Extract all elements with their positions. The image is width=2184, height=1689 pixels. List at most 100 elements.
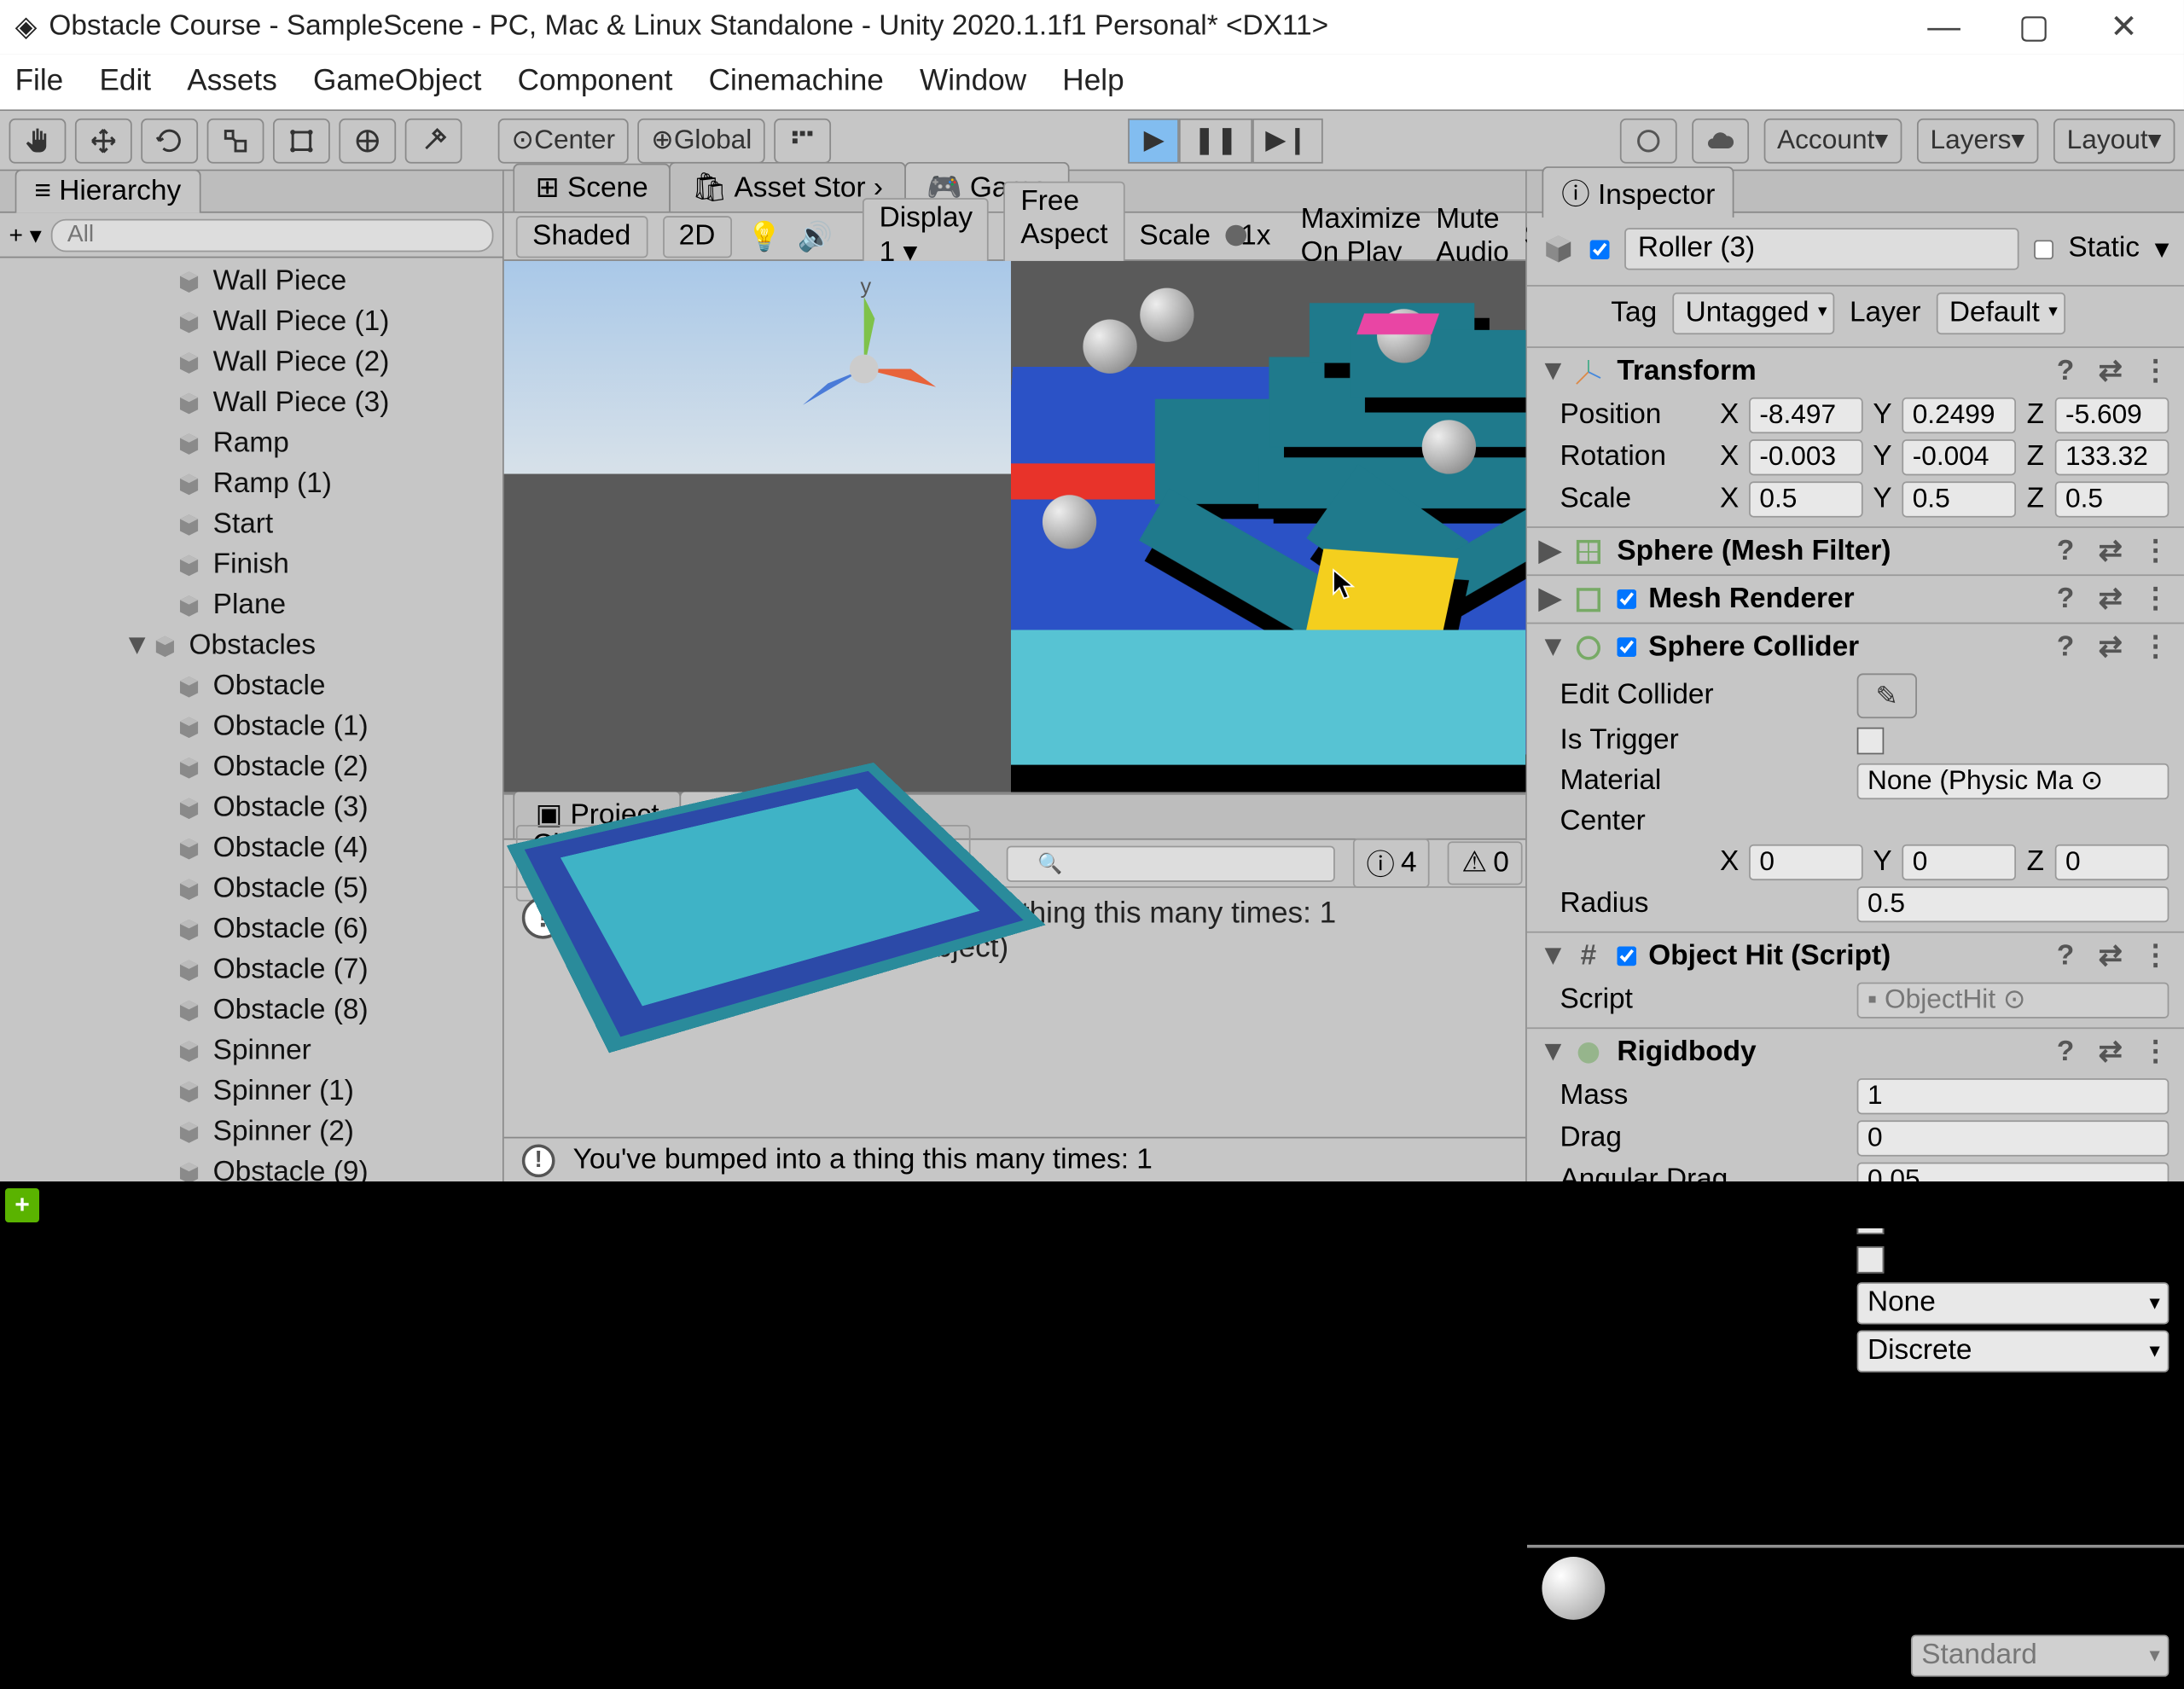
hierarchy-item[interactable]: Obstacle (7) <box>0 949 502 990</box>
nvidia-tray-icon[interactable]: + <box>5 1188 39 1222</box>
hierarchy-tab[interactable]: ≡ Hierarchy <box>15 170 200 213</box>
scale-tool-button[interactable] <box>207 118 264 163</box>
layers-dropdown[interactable]: Layers ▾ <box>1917 118 2039 163</box>
2d-toggle[interactable]: 2D <box>662 215 731 257</box>
rot-y-field[interactable]: -0.004 <box>1902 439 2016 475</box>
window-maximize-button[interactable]: ▢ <box>1989 8 2078 47</box>
hierarchy-item[interactable]: Wall Piece (3) <box>0 382 502 422</box>
menu-assets[interactable]: Assets <box>187 65 277 99</box>
transform-tool-button[interactable] <box>339 118 396 163</box>
scene-view[interactable]: y <box>504 261 1011 792</box>
game-view[interactable] <box>1011 261 1525 792</box>
hierarchy-tree[interactable]: Wall PieceWall Piece (1)Wall Piece (2)Wa… <box>0 258 502 1181</box>
hierarchy-item[interactable]: Obstacle <box>0 666 502 706</box>
hierarchy-item[interactable]: Obstacle (3) <box>0 787 502 827</box>
scale-z-field[interactable]: 0.5 <box>2055 481 2169 517</box>
collab-button[interactable] <box>1619 118 1676 163</box>
physic-material-field[interactable]: None (Physic Ma ⊙ <box>1857 763 2169 799</box>
menu-file[interactable]: File <box>15 65 64 99</box>
pos-y-field[interactable]: 0.2499 <box>1902 398 2016 433</box>
hierarchy-item[interactable]: Obstacle (2) <box>0 747 502 787</box>
handle-toggle[interactable]: ⊕ Global <box>637 118 765 163</box>
lighting-icon[interactable]: 💡 <box>746 218 782 254</box>
snap-button[interactable] <box>775 118 832 163</box>
orientation-gizmo-icon[interactable]: y <box>774 279 954 459</box>
hierarchy-item[interactable]: Obstacle (8) <box>0 990 502 1030</box>
hierarchy-item[interactable]: Ramp (1) <box>0 463 502 503</box>
hierarchy-item[interactable]: Obstacle (6) <box>0 908 502 949</box>
pos-x-field[interactable]: -8.497 <box>1749 398 1863 433</box>
hierarchy-item[interactable]: ▼Obstacles <box>0 625 502 665</box>
tag-dropdown[interactable]: Untagged <box>1672 293 1835 334</box>
console-search-input[interactable] <box>1007 845 1335 881</box>
pivot-toggle[interactable]: ⊙ Center <box>498 118 629 163</box>
shading-dropdown[interactable]: Shaded <box>516 215 648 257</box>
drag-field[interactable]: 0 <box>1857 1120 2169 1156</box>
hierarchy-item[interactable]: Obstacle (5) <box>0 868 502 908</box>
edit-collider-button[interactable]: ✎ <box>1857 673 1917 718</box>
hierarchy-item[interactable]: Spinner (2) <box>0 1111 502 1152</box>
layout-dropdown[interactable]: Layout ▾ <box>2053 118 2175 163</box>
help-icon[interactable]: ? <box>2049 355 2082 388</box>
hierarchy-item[interactable]: Plane <box>0 585 502 625</box>
menu-component[interactable]: Component <box>518 65 673 99</box>
play-button[interactable]: ▶ <box>1129 118 1180 163</box>
pos-z-field[interactable]: -5.609 <box>2055 398 2169 433</box>
hierarchy-item[interactable]: Obstacle (1) <box>0 706 502 746</box>
menu-window[interactable]: Window <box>920 65 1026 99</box>
maximize-on-play-toggle[interactable]: Maximize On Play <box>1301 203 1421 269</box>
mass-field[interactable]: 1 <box>1857 1078 2169 1114</box>
preset-icon[interactable]: ⇄ <box>2094 354 2127 388</box>
hierarchy-item[interactable]: Wall Piece (1) <box>0 301 502 341</box>
script-field[interactable]: ▪ ObjectHit ⊙ <box>1857 983 2169 1019</box>
hierarchy-item[interactable]: Finish <box>0 544 502 584</box>
custom-tool-button[interactable] <box>405 118 462 163</box>
interpolate-dropdown[interactable]: None <box>1857 1282 2169 1324</box>
rotate-tool-button[interactable] <box>141 118 198 163</box>
window-close-button[interactable]: ✕ <box>2079 8 2169 47</box>
move-tool-button[interactable] <box>75 118 132 163</box>
hierarchy-item[interactable]: Wall Piece (2) <box>0 342 502 382</box>
console-warn-count[interactable]: ⚠ 0 <box>1448 841 1522 885</box>
radius-field[interactable]: 0.5 <box>1857 886 2169 922</box>
center-z-field[interactable]: 0 <box>2055 844 2169 880</box>
static-checkbox[interactable] <box>2034 239 2053 258</box>
window-minimize-button[interactable]: — <box>1899 8 1989 47</box>
hierarchy-item[interactable]: Ramp <box>0 423 502 463</box>
rot-z-field[interactable]: 133.32 <box>2055 439 2169 475</box>
inspector-tab[interactable]: ⓘ Inspector <box>1542 165 1734 217</box>
tab-scene[interactable]: ⊞ Scene <box>513 164 671 212</box>
material-header[interactable]: Default-Material (Material) <box>1527 1547 2184 1629</box>
scale-y-field[interactable]: 0.5 <box>1902 481 2016 517</box>
audio-icon[interactable]: 🔊 <box>797 218 833 254</box>
hierarchy-item[interactable]: Obstacle (9) <box>0 1152 502 1181</box>
shader-dropdown[interactable]: Standard <box>1911 1634 2169 1676</box>
center-y-field[interactable]: 0 <box>1902 844 2016 880</box>
menu-cinemachine[interactable]: Cinemachine <box>709 65 884 99</box>
console-info-count[interactable]: ⓘ 4 <box>1353 839 1431 888</box>
hierarchy-item[interactable]: Start <box>0 504 502 544</box>
hierarchy-item[interactable]: Obstacle (4) <box>0 828 502 868</box>
menu-help[interactable]: Help <box>1062 65 1124 99</box>
mute-audio-toggle[interactable]: Mute Audio <box>1436 203 1508 269</box>
gameobject-name-field[interactable] <box>1624 228 2018 270</box>
is-kinematic-checkbox[interactable] <box>1857 1246 1885 1274</box>
scale-x-field[interactable]: 0.5 <box>1749 481 1863 517</box>
create-dropdown[interactable]: + ▾ <box>9 220 42 250</box>
gameobject-active-checkbox[interactable] <box>1590 239 1610 258</box>
step-button[interactable]: ▶❙ <box>1252 118 1322 163</box>
account-dropdown[interactable]: Account ▾ <box>1763 118 1902 163</box>
hierarchy-item[interactable]: Wall Piece <box>0 261 502 301</box>
hierarchy-search-input[interactable] <box>50 218 493 252</box>
menu-icon[interactable]: ⋮ <box>2139 354 2172 388</box>
hand-tool-button[interactable] <box>9 118 67 163</box>
cloud-button[interactable] <box>1692 118 1749 163</box>
collision-dropdown[interactable]: Discrete <box>1857 1331 2169 1373</box>
menu-gameobject[interactable]: GameObject <box>313 65 481 99</box>
rot-x-field[interactable]: -0.003 <box>1749 439 1863 475</box>
pause-button[interactable]: ❚❚ <box>1180 118 1252 163</box>
is-trigger-checkbox[interactable] <box>1857 728 1885 755</box>
layer-dropdown[interactable]: Default <box>1936 293 2065 334</box>
rect-tool-button[interactable] <box>273 118 330 163</box>
center-x-field[interactable]: 0 <box>1749 844 1863 880</box>
